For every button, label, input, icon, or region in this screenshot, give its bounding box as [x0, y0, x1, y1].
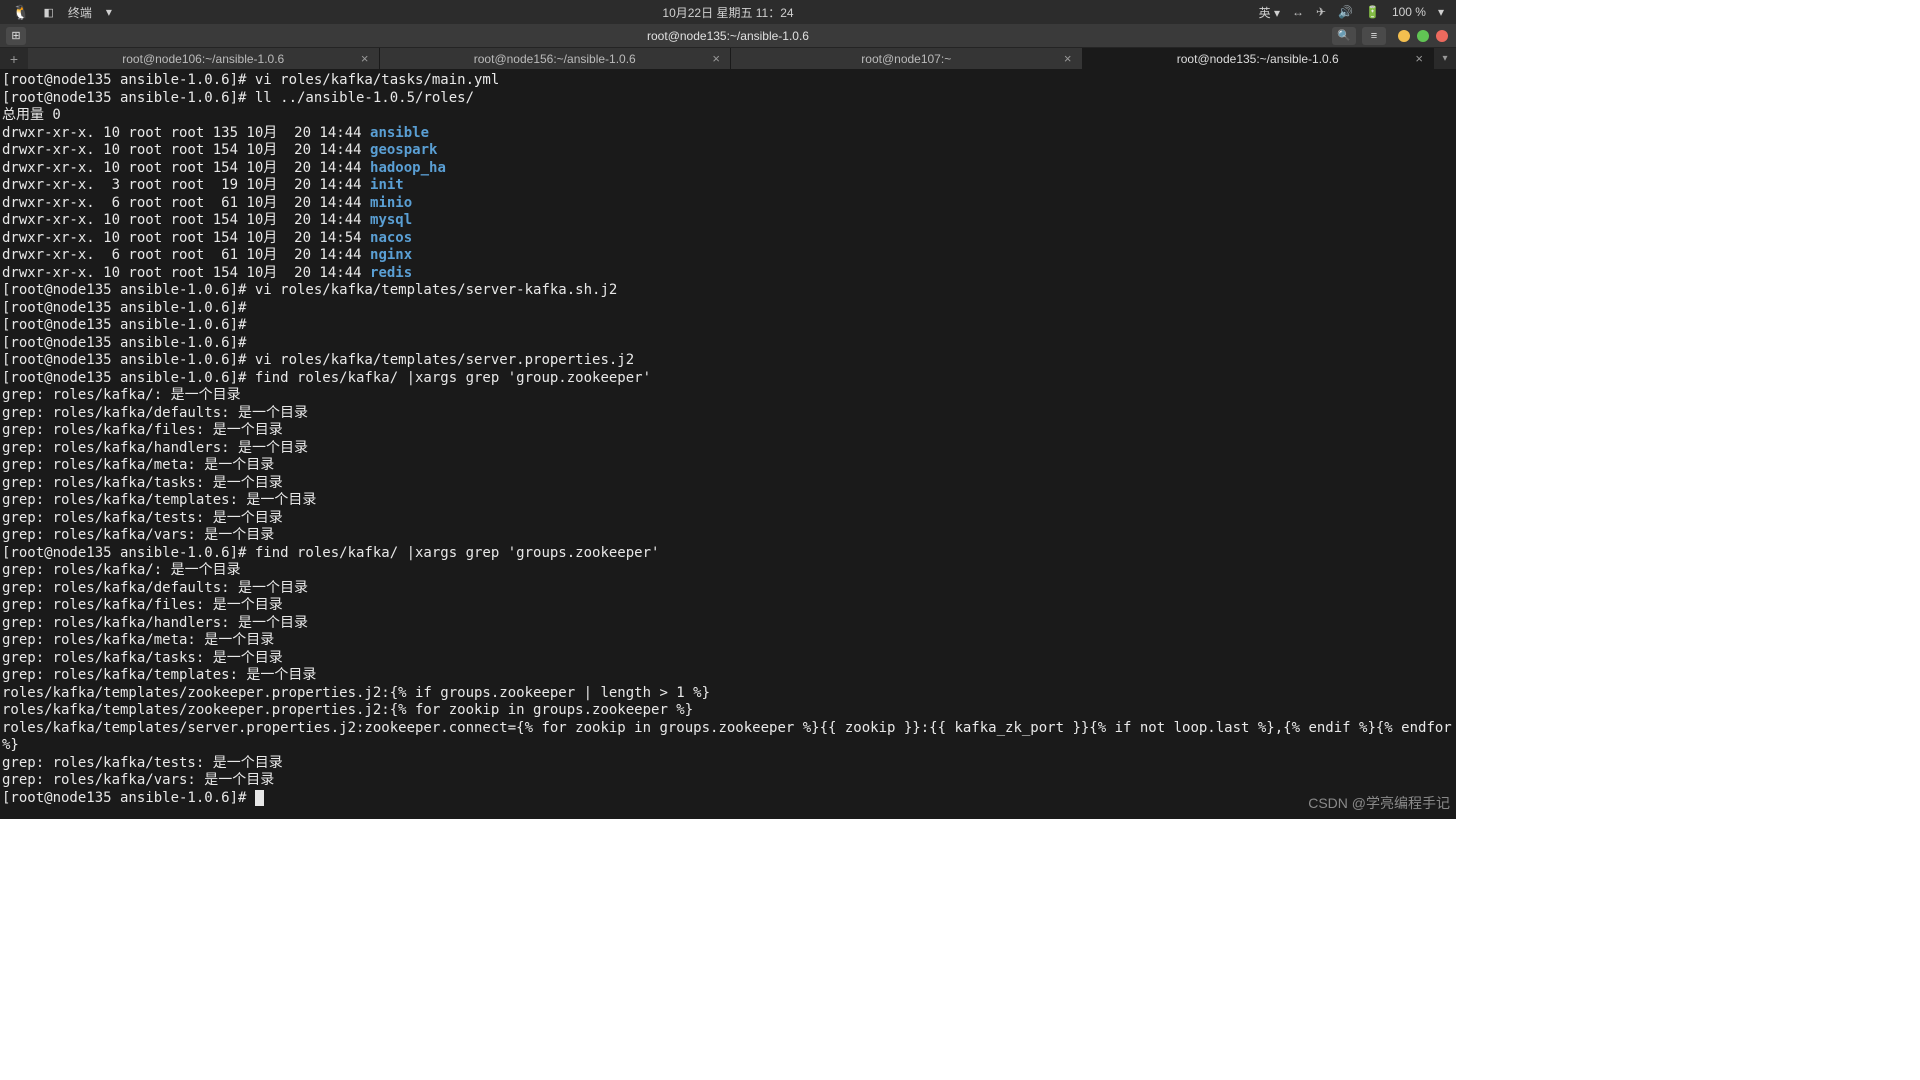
tab-label: root@node106:~/ansible-1.0.6	[122, 52, 284, 66]
terminal-line: [root@node135 ansible-1.0.6]# vi roles/k…	[2, 72, 1454, 90]
activities-icon[interactable]: ◧	[43, 6, 53, 19]
watermark: CSDN @学亮编程手记	[1308, 793, 1450, 813]
terminal-line: drwxr-xr-x. 10 root root 154 10月 20 14:4…	[2, 265, 1454, 283]
app-menu-arrow: ▾	[106, 5, 112, 19]
terminal-line: grep: roles/kafka/defaults: 是一个目录	[2, 405, 1454, 423]
directory-name: nginx	[370, 247, 412, 263]
terminal-line: %}	[2, 737, 1454, 755]
tab-close-icon[interactable]: ×	[1415, 51, 1423, 66]
tab-bar: + root@node106:~/ansible-1.0.6×root@node…	[0, 48, 1456, 70]
tab-close-icon[interactable]: ×	[1064, 51, 1072, 66]
terminal-line: drwxr-xr-x. 10 root root 154 10月 20 14:4…	[2, 142, 1454, 160]
terminal-line: [root@node135 ansible-1.0.6]# find roles…	[2, 370, 1454, 388]
terminal-line: drwxr-xr-x. 10 root root 154 10月 20 14:4…	[2, 212, 1454, 230]
clock[interactable]: 10月22日 星期五 11：24	[662, 4, 793, 21]
tab-0[interactable]: root@node106:~/ansible-1.0.6 ×	[28, 48, 380, 69]
terminal-line: [root@node135 ansible-1.0.6]#	[2, 335, 1454, 353]
terminal-line: drwxr-xr-x. 10 root root 154 10月 20 14:4…	[2, 160, 1454, 178]
search-button[interactable]: 🔍	[1332, 27, 1356, 45]
terminal-line: grep: roles/kafka/meta: 是一个目录	[2, 632, 1454, 650]
maximize-button[interactable]	[1417, 30, 1429, 42]
directory-name: redis	[370, 265, 412, 281]
terminal-line: [root@node135 ansible-1.0.6]# vi roles/k…	[2, 282, 1454, 300]
terminal-line: grep: roles/kafka/files: 是一个目录	[2, 422, 1454, 440]
hamburger-icon: ≡	[1371, 30, 1377, 42]
terminal-line: drwxr-xr-x. 10 root root 154 10月 20 14:5…	[2, 230, 1454, 248]
terminal-line: grep: roles/kafka/defaults: 是一个目录	[2, 580, 1454, 598]
terminal-line: [root@node135 ansible-1.0.6]#	[2, 317, 1454, 335]
volume-icon[interactable]: 🔊	[1338, 5, 1353, 19]
terminal-line: drwxr-xr-x. 6 root root 61 10月 20 14:44 …	[2, 247, 1454, 265]
system-menu-arrow[interactable]: ▾	[1438, 5, 1444, 19]
tab-close-icon[interactable]: ×	[712, 51, 720, 66]
airplane-icon[interactable]: ✈	[1316, 5, 1326, 19]
terminal-line: drwxr-xr-x. 3 root root 19 10月 20 14:44 …	[2, 177, 1454, 195]
terminal-line: grep: roles/kafka/vars: 是一个目录	[2, 527, 1454, 545]
terminal-line: drwxr-xr-x. 6 root root 61 10月 20 14:44 …	[2, 195, 1454, 213]
tab-3[interactable]: root@node135:~/ansible-1.0.6 ×	[1083, 48, 1435, 69]
terminal-output[interactable]: [root@node135 ansible-1.0.6]# vi roles/k…	[0, 70, 1456, 819]
new-tab-plus[interactable]: +	[0, 48, 28, 69]
terminal-line: roles/kafka/templates/server.properties.…	[2, 720, 1454, 738]
tab-label: root@node156:~/ansible-1.0.6	[474, 52, 636, 66]
terminal-line: 总用量 0	[2, 107, 1454, 125]
terminal-line: grep: roles/kafka/tasks: 是一个目录	[2, 475, 1454, 493]
directory-name: geospark	[370, 142, 437, 158]
minimize-button[interactable]	[1398, 30, 1410, 42]
expand-icon[interactable]: ↔	[1292, 5, 1304, 19]
terminal-line: grep: roles/kafka/handlers: 是一个目录	[2, 615, 1454, 633]
terminal-line: [root@node135 ansible-1.0.6]# ll ../ansi…	[2, 90, 1454, 108]
directory-name: hadoop_ha	[370, 160, 446, 176]
tab-1[interactable]: root@node156:~/ansible-1.0.6 ×	[380, 48, 732, 69]
terminal-line: grep: roles/kafka/templates: 是一个目录	[2, 492, 1454, 510]
terminal-line: grep: roles/kafka/files: 是一个目录	[2, 597, 1454, 615]
cursor	[255, 790, 264, 806]
window-title: root@node135:~/ansible-1.0.6	[647, 29, 809, 43]
apple-icon[interactable]: 🐧	[12, 4, 29, 21]
terminal-line: grep: roles/kafka/meta: 是一个目录	[2, 457, 1454, 475]
battery-percent: 100 %	[1392, 5, 1426, 19]
terminal-line: grep: roles/kafka/handlers: 是一个目录	[2, 440, 1454, 458]
gnome-menubar: 🐧 ◧ 终端 ▾ 10月22日 星期五 11：24 英 ▾ ↔ ✈ 🔊 🔋 10…	[0, 0, 1456, 24]
directory-name: minio	[370, 195, 412, 211]
tab-label: root@node135:~/ansible-1.0.6	[1177, 52, 1339, 66]
tab-label: root@node107:~	[861, 52, 951, 66]
terminal-line: [root@node135 ansible-1.0.6]# vi roles/k…	[2, 352, 1454, 370]
battery-icon[interactable]: 🔋	[1365, 5, 1380, 19]
terminal-line: grep: roles/kafka/tasks: 是一个目录	[2, 650, 1454, 668]
terminal-line: grep: roles/kafka/: 是一个目录	[2, 387, 1454, 405]
terminal-line: [root@node135 ansible-1.0.6]# find roles…	[2, 545, 1454, 563]
terminal-line: roles/kafka/templates/zookeeper.properti…	[2, 702, 1454, 720]
terminal-line: [root@node135 ansible-1.0.6]#	[2, 300, 1454, 318]
terminal-line: grep: roles/kafka/vars: 是一个目录	[2, 772, 1454, 790]
directory-name: init	[370, 177, 404, 193]
terminal-line: roles/kafka/templates/zookeeper.properti…	[2, 685, 1454, 703]
tab-close-icon[interactable]: ×	[361, 51, 369, 66]
directory-name: ansible	[370, 125, 429, 141]
tab-2[interactable]: root@node107:~ ×	[731, 48, 1083, 69]
terminal-line: grep: roles/kafka/templates: 是一个目录	[2, 667, 1454, 685]
app-name[interactable]: 终端	[68, 4, 92, 21]
hamburger-button[interactable]: ≡	[1362, 27, 1386, 45]
new-tab-button[interactable]: ⊞	[6, 27, 26, 45]
terminal-line: [root@node135 ansible-1.0.6]#	[2, 790, 1454, 808]
close-button[interactable]	[1436, 30, 1448, 42]
directory-name: nacos	[370, 230, 412, 246]
directory-name: mysql	[370, 212, 412, 228]
terminal-line: drwxr-xr-x. 10 root root 135 10月 20 14:4…	[2, 125, 1454, 143]
tab-dropdown[interactable]: ▾	[1434, 48, 1456, 69]
terminal-line: grep: roles/kafka/: 是一个目录	[2, 562, 1454, 580]
terminal-line: grep: roles/kafka/tests: 是一个目录	[2, 755, 1454, 773]
input-method[interactable]: 英 ▾	[1259, 4, 1280, 21]
terminal-line: grep: roles/kafka/tests: 是一个目录	[2, 510, 1454, 528]
search-icon: 🔍	[1337, 29, 1351, 42]
window-titlebar: ⊞ root@node135:~/ansible-1.0.6 🔍 ≡	[0, 24, 1456, 48]
